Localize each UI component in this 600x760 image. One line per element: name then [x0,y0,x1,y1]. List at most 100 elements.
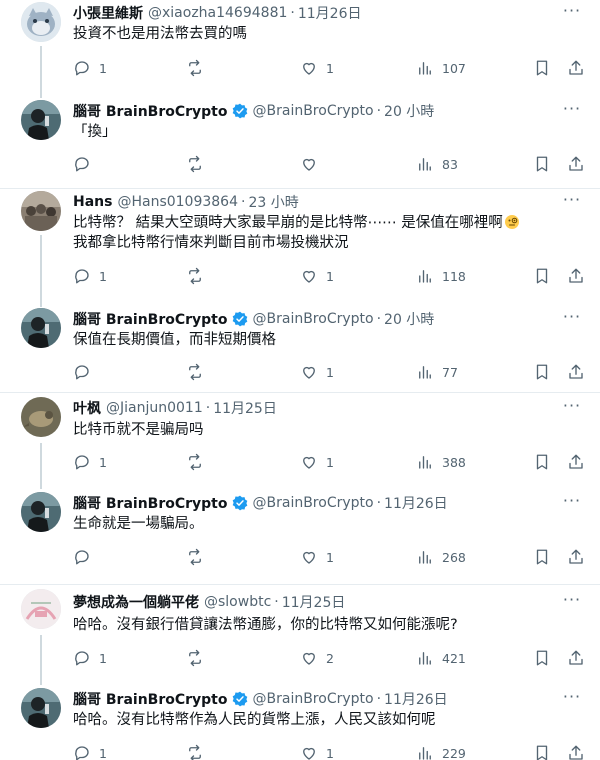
views-button[interactable]: 83 [416,153,458,175]
retweet-button[interactable] [186,546,212,568]
timestamp[interactable]: 20 小時 [384,309,434,329]
timestamp[interactable]: 11月26日 [384,689,448,709]
share-button[interactable] [567,265,585,287]
share-icon [569,650,583,665]
avatar[interactable] [21,308,61,348]
user-handle[interactable]: @BrainBroCrypto [253,495,374,511]
retweet-button[interactable] [186,451,212,473]
views-button[interactable]: 77 [416,361,458,383]
retweet-button[interactable] [186,265,212,287]
user-handle[interactable]: @BrainBroCrypto [253,311,374,327]
more-options-icon[interactable]: ··· [562,101,582,121]
display-name[interactable]: 小張里維斯 [73,3,143,23]
share-button[interactable] [567,57,585,79]
bookmark-button[interactable] [533,57,551,79]
avatar[interactable] [21,2,61,42]
display-name[interactable]: 叶枫 [73,398,101,418]
like-button[interactable]: 1 [300,451,334,473]
user-handle[interactable]: @slowbtc [204,594,271,610]
bookmark-button[interactable] [533,153,551,175]
avatar[interactable] [21,100,61,140]
display-name[interactable]: 腦哥 BrainBroCrypto [73,493,228,513]
avatar[interactable] [21,589,61,629]
bookmark-button[interactable] [533,265,551,287]
reply-button[interactable]: 1 [73,742,107,760]
display-name[interactable]: 腦哥 BrainBroCrypto [73,309,228,329]
reply-button[interactable]: 1 [73,57,107,79]
bookmark-button[interactable] [533,647,551,669]
display-name[interactable]: 夢想成為一個躺平佬 [73,592,199,612]
timestamp[interactable]: 20 小時 [384,101,434,121]
bookmark-button[interactable] [533,742,551,760]
user-handle[interactable]: @Hans01093864 [117,194,238,210]
timestamp[interactable]: 11月25日 [282,592,346,612]
like-button[interactable] [300,153,326,175]
bookmark-button[interactable] [533,451,551,473]
bookmark-button[interactable] [533,361,551,383]
more-options-icon[interactable]: ··· [562,309,582,329]
retweet-icon [189,744,201,760]
user-handle[interactable]: @xiaozha14694881 [148,5,287,21]
share-button[interactable] [567,742,585,760]
timestamp[interactable]: 11月25日 [213,398,277,418]
share-button[interactable] [567,451,585,473]
reply-button[interactable] [73,153,99,175]
more-options-icon[interactable]: ··· [562,592,582,612]
views-button[interactable]: 229 [416,742,466,760]
tweet[interactable]: 小張里維斯 @xiaozha14694881 · 11月26日 ··· 投資不也… [0,0,600,98]
reply-button[interactable] [73,546,99,568]
more-options-icon[interactable]: ··· [562,192,582,212]
reply-icon [75,61,89,76]
timestamp[interactable]: 11月26日 [298,3,362,23]
retweet-button[interactable] [186,361,212,383]
display-name[interactable]: 腦哥 BrainBroCrypto [73,689,228,709]
share-button[interactable] [567,647,585,669]
share-button[interactable] [567,153,585,175]
retweet-button[interactable] [186,742,212,760]
retweet-button[interactable] [186,57,212,79]
more-options-icon[interactable]: ··· [562,3,582,23]
views-button[interactable]: 107 [416,57,466,79]
tweet[interactable]: 叶枫 @Jianjun0011 · 11月25日 ··· 比特币就不是骗局吗 1… [0,392,600,489]
like-button[interactable]: 1 [300,742,334,760]
share-button[interactable] [567,361,585,383]
user-handle[interactable]: @BrainBroCrypto [253,103,374,119]
like-button[interactable]: 1 [300,361,334,383]
share-button[interactable] [567,546,585,568]
user-handle[interactable]: @BrainBroCrypto [253,691,374,707]
retweet-button[interactable] [186,647,212,669]
tweet[interactable]: 腦哥 BrainBroCrypto @BrainBroCrypto · 11月2… [0,684,600,760]
avatar[interactable] [21,397,61,437]
more-options-icon[interactable]: ··· [562,689,582,709]
tweet[interactable]: Hans @Hans01093864 · 23 小時 ··· 比特幣？ 結果大空… [0,188,600,307]
timestamp[interactable]: 23 小時 [248,192,298,212]
tweet[interactable]: 夢想成為一個躺平佬 @slowbtc · 11月25日 ··· 哈哈。沒有銀行借… [0,584,600,685]
reply-button[interactable]: 1 [73,451,107,473]
retweet-button[interactable] [186,153,212,175]
reply-button[interactable] [73,361,99,383]
avatar[interactable] [21,688,61,728]
more-options-icon[interactable]: ··· [562,493,582,513]
like-button[interactable]: 1 [300,57,334,79]
views-button[interactable]: 421 [416,647,466,669]
reply-button[interactable]: 1 [73,647,107,669]
more-options-icon[interactable]: ··· [562,398,582,418]
bookmark-button[interactable] [533,546,551,568]
display-name[interactable]: 腦哥 BrainBroCrypto [73,101,228,121]
like-button[interactable]: 1 [300,546,334,568]
like-button[interactable]: 1 [300,265,334,287]
like-count: 1 [326,745,334,760]
views-button[interactable]: 268 [416,546,466,568]
views-button[interactable]: 388 [416,451,466,473]
avatar[interactable] [21,191,61,231]
tweet[interactable]: 腦哥 BrainBroCrypto @BrainBroCrypto · 20 小… [0,306,600,392]
views-button[interactable]: 118 [416,265,466,287]
user-handle[interactable]: @Jianjun0011 [106,400,203,416]
tweet[interactable]: 腦哥 BrainBroCrypto @BrainBroCrypto · 11月2… [0,488,600,584]
timestamp[interactable]: 11月26日 [384,493,448,513]
like-button[interactable]: 2 [300,647,334,669]
reply-button[interactable]: 1 [73,265,107,287]
avatar[interactable] [21,492,61,532]
display-name[interactable]: Hans [73,194,112,210]
tweet[interactable]: 腦哥 BrainBroCrypto @BrainBroCrypto · 20 小… [0,98,600,188]
